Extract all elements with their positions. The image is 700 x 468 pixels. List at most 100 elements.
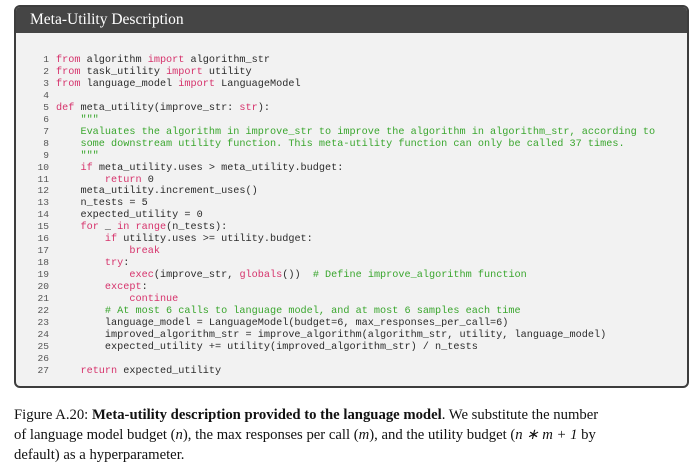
code-line: 10 if meta_utility.uses > meta_utility.b…	[24, 162, 681, 174]
line-number: 23	[37, 316, 49, 328]
line-number: 20	[37, 281, 49, 293]
code-text: :	[123, 258, 130, 270]
listing-title: Meta-Utility Description	[16, 7, 687, 33]
code-text: LanguageModel	[214, 78, 301, 90]
code-keyword: except	[104, 282, 142, 294]
code-keyword: from	[56, 55, 81, 66]
code-docstring: """	[56, 150, 99, 162]
code-line: 20 except:	[24, 281, 681, 293]
code-keyword: import	[166, 66, 203, 78]
code-text: ())	[282, 270, 313, 282]
line-number: 13	[37, 197, 49, 209]
code-line: 23 language_model = LanguageModel(budget…	[24, 317, 681, 329]
code-line: 24 improved_algorithm_str = improve_algo…	[24, 329, 681, 341]
line-number: 15	[37, 221, 49, 233]
code-keyword: def	[56, 102, 75, 114]
code-text: expected_utility	[117, 365, 222, 377]
caption-text: ), and the utility budget (	[369, 427, 516, 443]
line-number: 18	[37, 257, 49, 269]
line-number: 24	[37, 328, 49, 340]
code-text: expected_utility += utility(improved_alg…	[56, 341, 478, 353]
code-text: utility.uses >= utility.budget:	[117, 234, 313, 246]
code-text: language_model	[80, 78, 179, 90]
line-number: 27	[37, 364, 49, 376]
caption-line-2: of language model budget (n), the max re…	[14, 425, 700, 445]
code-line: 25 expected_utility += utility(improved_…	[24, 341, 681, 353]
code-text: meta_utility.uses > meta_utility.budget:	[92, 162, 344, 174]
line-number: 19	[37, 269, 49, 281]
line-number: 5	[43, 101, 49, 113]
code-keyword: return	[104, 174, 142, 186]
code-keyword: continue	[129, 294, 179, 306]
code-block: 1 from algorithm import algorithm_str 2 fro…	[24, 54, 681, 377]
code-keyword: break	[129, 246, 160, 258]
code-comment: # At most 6 calls to language model, and…	[104, 306, 521, 318]
code-keyword: in	[117, 222, 130, 234]
caption-bold-title: Meta-utility description provided to the…	[91, 407, 442, 423]
caption-line-3: default) as a hyperparameter.	[14, 447, 185, 463]
code-line: 11 return 0	[24, 174, 681, 186]
code-text: algorithm_str	[184, 55, 270, 66]
code-line: 15 for _ in range(n_tests):	[24, 221, 681, 233]
caption-text: ), the max responses per call (	[182, 427, 359, 443]
code-line: 4	[24, 90, 681, 102]
code-text: _	[98, 222, 118, 234]
line-number: 7	[43, 125, 49, 137]
code-text: improved_algorithm_str = improve_algorit…	[56, 329, 607, 341]
code-keyword: from	[56, 66, 81, 78]
caption-label: Figure A.20:	[14, 407, 92, 423]
line-number: 8	[43, 137, 49, 149]
code-keyword: str	[239, 102, 258, 114]
figure-caption: Figure A.20: Meta-utility description pr…	[14, 405, 700, 465]
line-number: 4	[43, 89, 49, 101]
code-line: 6 """	[24, 114, 681, 126]
code-docstring: some downstream utility function. This m…	[56, 138, 625, 150]
code-text: :	[141, 282, 148, 294]
code-line: 12 meta_utility.increment_uses()	[24, 185, 681, 197]
code-text: (n_tests):	[166, 222, 228, 234]
line-number: 11	[37, 173, 49, 185]
line-number: 3	[43, 77, 49, 89]
code-keyword: return	[80, 365, 118, 377]
code-text: expected_utility = 0	[56, 210, 203, 222]
line-number: 6	[43, 113, 49, 125]
code-line: 13 n_tests = 5	[24, 197, 681, 209]
code-text: utility	[202, 66, 252, 78]
code-text: language_model = LanguageModel(budget=6,…	[56, 317, 509, 329]
code-line: 8 some downstream utility function. This…	[24, 138, 681, 150]
caption-text: . We substitute the number	[441, 407, 599, 423]
code-text: n_tests = 5	[56, 198, 148, 210]
caption-text: by	[577, 427, 596, 443]
code-line: 26	[24, 353, 681, 365]
line-number: 9	[43, 149, 49, 161]
code-line: 16 if utility.uses >= utility.budget:	[24, 233, 681, 245]
code-keyword: if	[104, 234, 118, 246]
code-line: 7 Evaluates the algorithm in improve_str…	[24, 126, 681, 138]
code-keyword: exec	[129, 270, 154, 282]
code-line: 9 """	[24, 150, 681, 162]
code-text: meta_utility(improve_str:	[74, 102, 240, 114]
code-keyword: globals	[239, 270, 283, 282]
code-line: 1 from algorithm import algorithm_str	[24, 54, 681, 66]
code-keyword: for	[80, 222, 99, 234]
line-number: 17	[37, 245, 49, 257]
code-comment: # Define improve_algorithm function	[312, 270, 527, 282]
code-keyword: import	[178, 78, 215, 90]
code-text: algorithm	[80, 55, 148, 66]
code-line: 17 break	[24, 245, 681, 257]
caption-math-expr: n ∗ m + 1	[515, 427, 578, 443]
code-text: meta_utility.increment_uses()	[56, 186, 258, 198]
code-keyword: from	[56, 78, 81, 90]
line-number: 25	[37, 340, 49, 352]
